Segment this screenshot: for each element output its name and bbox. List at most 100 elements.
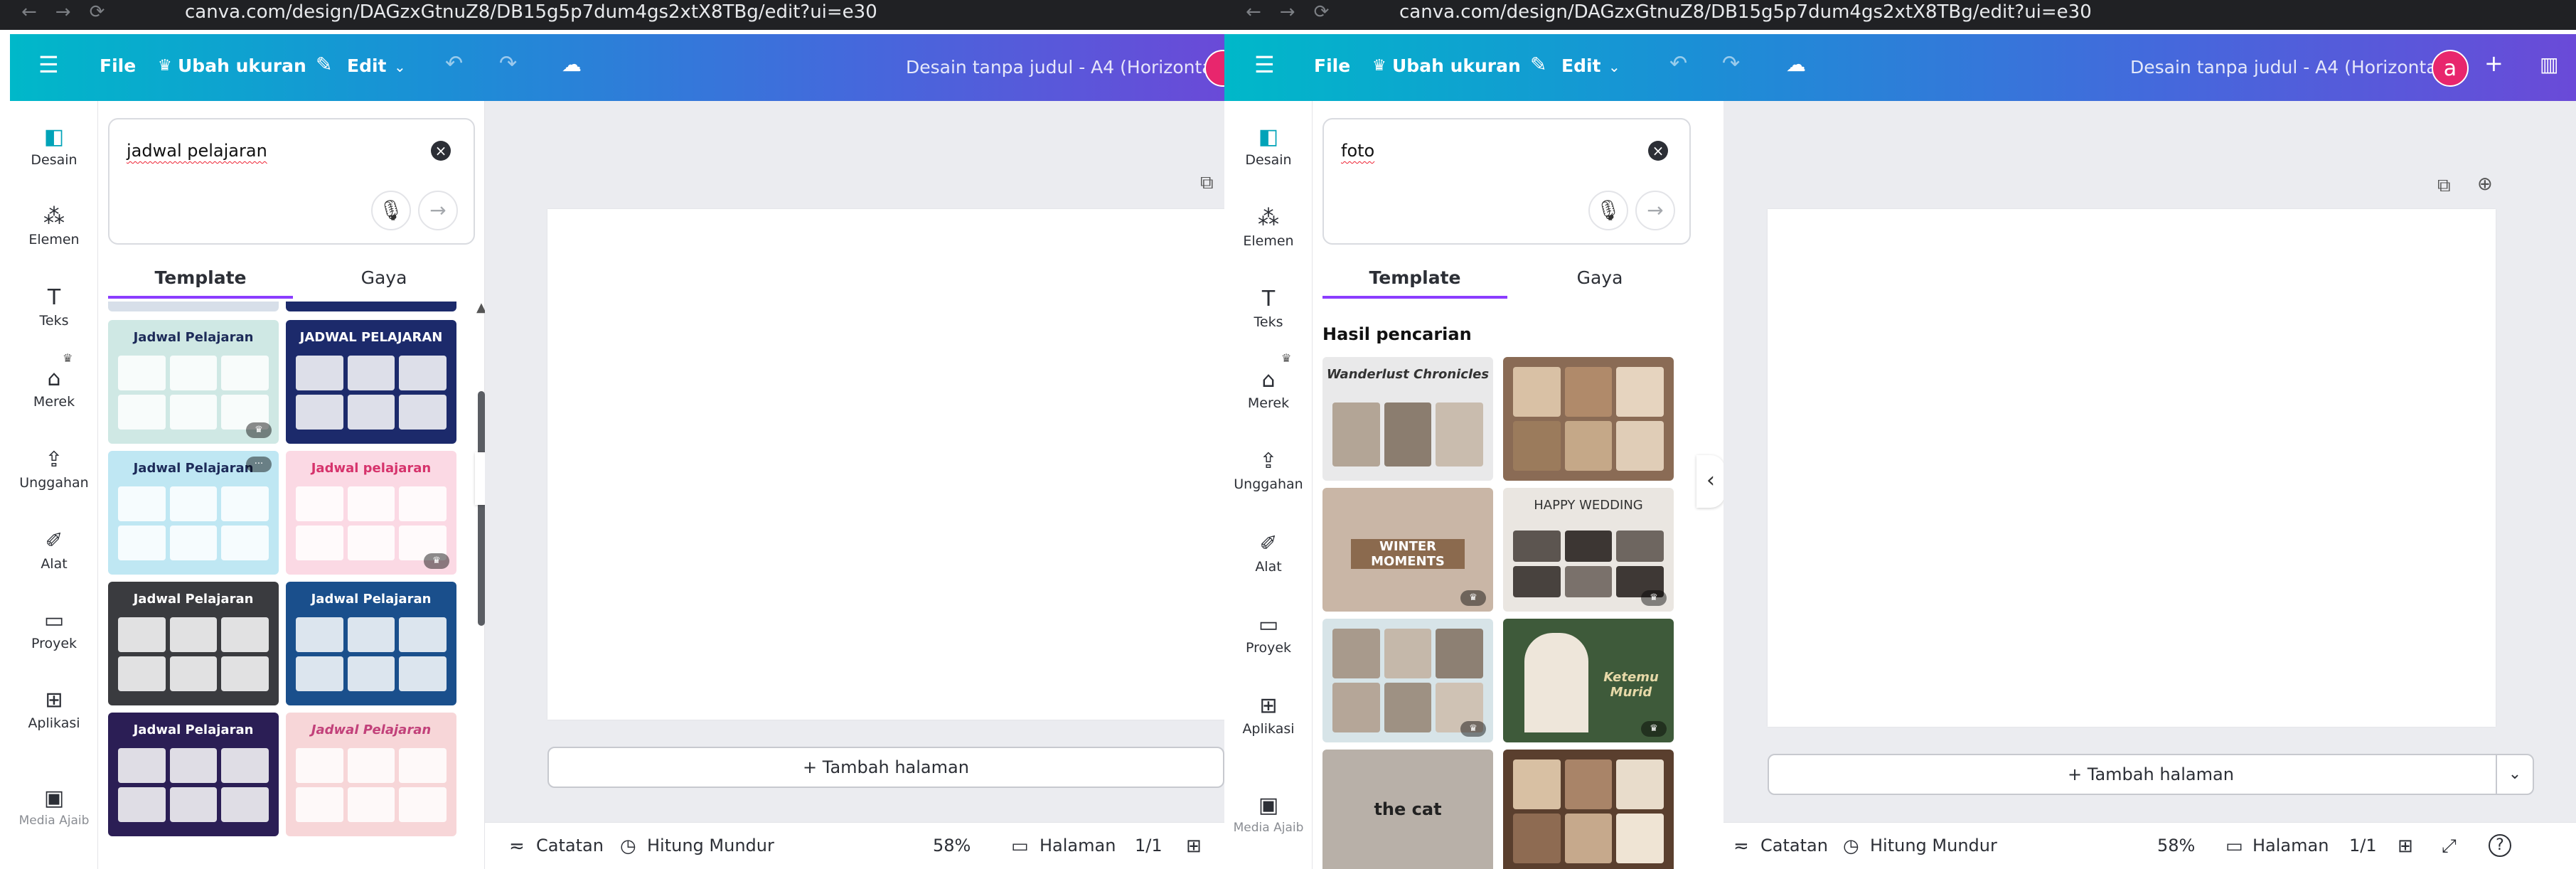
resize-button[interactable]: Ubah ukuran bbox=[1392, 55, 1521, 76]
arrow-right-icon[interactable]: → bbox=[1635, 191, 1675, 230]
undo-icon[interactable]: ↶ bbox=[445, 51, 463, 76]
countdown-button[interactable]: Hitung Mundur bbox=[647, 836, 774, 855]
grid-view-icon[interactable]: ⊞ bbox=[1186, 836, 1202, 857]
sidebar-item-tools[interactable]: ✐ Alat bbox=[10, 526, 98, 572]
sidebar-item-brand[interactable]: ⌂ Merek bbox=[10, 364, 98, 410]
panel-scrollbar[interactable] bbox=[478, 391, 485, 626]
document-title[interactable]: Desain tanpa judul - A4 (Horizontal) bbox=[2130, 57, 2449, 78]
sidebar-item-apps[interactable]: ⊞ Aplikasi bbox=[10, 686, 98, 731]
add-page-button[interactable]: + Tambah halaman bbox=[547, 747, 1224, 788]
avatar[interactable] bbox=[1204, 50, 1224, 87]
tab-style[interactable]: Gaya bbox=[292, 263, 476, 299]
template-thumb[interactable]: WINTER MOMENTS ♛ bbox=[1322, 488, 1493, 612]
template-thumb-partial[interactable] bbox=[108, 302, 279, 311]
hamburger-icon[interactable]: ☰ bbox=[1254, 51, 1275, 78]
cloud-sync-icon[interactable]: ☁ bbox=[562, 53, 582, 76]
duplicate-page-icon[interactable]: ⧉ bbox=[2437, 175, 2451, 197]
more-icon[interactable]: ··· bbox=[246, 457, 272, 472]
template-thumb-partial[interactable] bbox=[286, 302, 456, 311]
add-page-button[interactable]: + Tambah halaman ⌄ bbox=[1768, 754, 2534, 795]
sidebar-item-projects[interactable]: ▭ Proyek bbox=[10, 606, 98, 651]
search-input[interactable]: foto bbox=[1341, 141, 1374, 161]
help-icon[interactable]: ? bbox=[2489, 834, 2511, 857]
search-box[interactable]: foto × 🎙 → bbox=[1322, 118, 1691, 245]
canvas-page[interactable] bbox=[547, 209, 1224, 720]
browser-url-bar[interactable]: ←→⟳ canva.com/design/DAGzxGtnuZ8/DB15g5p… bbox=[1224, 0, 2576, 30]
sidebar-item-magic-media[interactable]: ▣ Media Ajaib bbox=[10, 784, 98, 828]
resize-button[interactable]: Ubah ukuran bbox=[178, 55, 306, 76]
sidebar-item-elements[interactable]: ⁂ Elemen bbox=[10, 202, 98, 247]
file-menu[interactable]: File bbox=[1314, 55, 1350, 76]
url-text[interactable]: canva.com/design/DAGzxGtnuZ8/DB15g5p7dum… bbox=[185, 1, 877, 23]
close-icon[interactable]: × bbox=[1648, 141, 1668, 161]
chevron-down-icon[interactable]: ⌄ bbox=[1608, 58, 1620, 75]
sidebar-item-projects[interactable]: ▭ Proyek bbox=[1224, 610, 1313, 656]
browser-nav-icons[interactable]: ←→⟳ bbox=[21, 1, 123, 23]
template-thumb[interactable]: Jadwal Pelajaran bbox=[286, 582, 456, 705]
collapse-panel-button[interactable]: ‹ bbox=[1696, 455, 1725, 508]
redo-icon[interactable]: ↷ bbox=[499, 51, 517, 76]
edit-menu[interactable]: Edit bbox=[1561, 55, 1601, 76]
sidebar-item-magic-media[interactable]: ▣ Media Ajaib bbox=[1224, 791, 1313, 835]
template-thumb[interactable]: Jadwal Pelajaran bbox=[108, 582, 279, 705]
template-thumb[interactable]: Jadwal Pelajaran bbox=[286, 713, 456, 836]
microphone-icon[interactable]: 🎙 bbox=[371, 191, 411, 230]
template-thumb[interactable] bbox=[1503, 750, 1674, 869]
template-thumb[interactable]: ♛ bbox=[1322, 619, 1493, 742]
template-thumb[interactable]: JADWAL PELAJARAN bbox=[286, 320, 456, 444]
document-title[interactable]: Desain tanpa judul - A4 (Horizontal) bbox=[906, 57, 1224, 78]
avatar[interactable]: a bbox=[2432, 50, 2469, 87]
zoom-level[interactable]: 58% bbox=[2157, 836, 2195, 855]
hamburger-icon[interactable]: ☰ bbox=[38, 51, 59, 78]
canvas-page[interactable] bbox=[1768, 209, 2496, 727]
fullscreen-icon[interactable]: ⤢ bbox=[2442, 836, 2457, 858]
template-thumb[interactable]: Jadwal Pelajaran ··· bbox=[108, 451, 279, 575]
tab-style[interactable]: Gaya bbox=[1507, 263, 1692, 299]
grid-view-icon[interactable]: ⊞ bbox=[2398, 836, 2413, 857]
notes-button[interactable]: Catatan bbox=[1760, 836, 1828, 855]
insights-icon[interactable]: ▥ bbox=[2540, 53, 2558, 76]
close-icon[interactable]: × bbox=[431, 141, 451, 161]
template-thumb[interactable] bbox=[1503, 357, 1674, 481]
edit-menu[interactable]: Edit bbox=[347, 55, 387, 76]
file-menu[interactable]: File bbox=[100, 55, 136, 76]
tab-template[interactable]: Template bbox=[1322, 263, 1507, 299]
url-text[interactable]: canva.com/design/DAGzxGtnuZ8/DB15g5p7dum… bbox=[1399, 1, 2092, 23]
sidebar-item-text[interactable]: T Teks bbox=[10, 283, 98, 329]
template-thumb[interactable]: Wanderlust Chronicles bbox=[1322, 357, 1493, 481]
pages-button[interactable]: Halaman bbox=[1040, 836, 1116, 855]
template-thumb[interactable]: the cat bbox=[1322, 750, 1493, 869]
pages-button[interactable]: Halaman bbox=[2252, 836, 2329, 855]
browser-nav-icons[interactable]: ←→⟳ bbox=[1246, 1, 1347, 23]
browser-url-bar[interactable]: ←→⟳ canva.com/design/DAGzxGtnuZ8/DB15g5p… bbox=[0, 0, 1224, 30]
template-thumb[interactable]: Jadwal Pelajaran bbox=[108, 713, 279, 836]
countdown-button[interactable]: Hitung Mundur bbox=[1870, 836, 1997, 855]
duplicate-page-icon[interactable]: ⧉ bbox=[1200, 172, 1214, 194]
cloud-sync-icon[interactable]: ☁ bbox=[1786, 53, 1806, 76]
template-thumb[interactable]: Jadwal pelajaran ♛ bbox=[286, 451, 456, 575]
sidebar-item-apps[interactable]: ⊞ Aplikasi bbox=[1224, 691, 1313, 737]
invite-button[interactable]: + bbox=[2484, 50, 2503, 77]
sidebar-item-uploads[interactable]: ⇪ Unggahan bbox=[1224, 447, 1313, 492]
notes-button[interactable]: Catatan bbox=[536, 836, 604, 855]
redo-icon[interactable]: ↷ bbox=[1722, 51, 1740, 76]
chevron-down-icon[interactable]: ⌄ bbox=[394, 58, 406, 75]
tab-template[interactable]: Template bbox=[108, 263, 293, 299]
sidebar-item-brand[interactable]: ⌂ Merek bbox=[1224, 366, 1313, 411]
template-thumb[interactable]: HAPPY WEDDING ♛ bbox=[1503, 488, 1674, 612]
search-input[interactable]: jadwal pelajaran bbox=[127, 141, 267, 161]
template-thumb[interactable]: Jadwal Pelajaran ♛ bbox=[108, 320, 279, 444]
sidebar-item-design[interactable]: ◧ Desain bbox=[10, 122, 98, 168]
microphone-icon[interactable]: 🎙 bbox=[1588, 191, 1628, 230]
sidebar-item-uploads[interactable]: ⇪ Unggahan bbox=[10, 445, 98, 491]
arrow-right-icon[interactable]: → bbox=[418, 191, 458, 230]
template-thumb[interactable]: Ketemu Murid ♛ bbox=[1503, 619, 1674, 742]
search-box[interactable]: jadwal pelajaran × 🎙 → bbox=[108, 118, 475, 245]
sidebar-item-elements[interactable]: ⁂ Elemen bbox=[1224, 203, 1313, 249]
sidebar-item-text[interactable]: T Teks bbox=[1224, 284, 1313, 330]
sidebar-item-tools[interactable]: ✐ Alat bbox=[1224, 529, 1313, 575]
add-page-icon[interactable]: ⊕ bbox=[2477, 174, 2493, 195]
zoom-level[interactable]: 58% bbox=[933, 836, 971, 855]
undo-icon[interactable]: ↶ bbox=[1669, 51, 1687, 76]
chevron-down-icon[interactable]: ⌄ bbox=[2496, 755, 2533, 794]
